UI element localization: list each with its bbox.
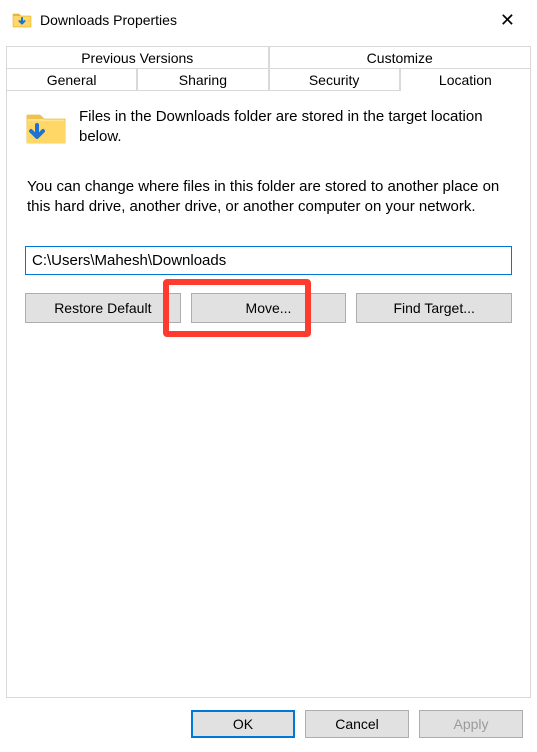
- window-title: Downloads Properties: [40, 12, 490, 28]
- location-path-input[interactable]: [25, 246, 512, 275]
- ok-button[interactable]: OK: [191, 710, 295, 738]
- tabs: Previous Versions Customize General Shar…: [6, 46, 531, 91]
- tab-sharing[interactable]: Sharing: [137, 68, 268, 91]
- content-area: Previous Versions Customize General Shar…: [0, 40, 537, 698]
- tab-panel-location: Files in the Downloads folder are stored…: [6, 90, 531, 698]
- dialog-button-row: OK Cancel Apply: [0, 698, 537, 752]
- tab-location[interactable]: Location: [400, 68, 531, 91]
- move-button[interactable]: Move...: [191, 293, 347, 323]
- restore-default-button[interactable]: Restore Default: [25, 293, 181, 323]
- description-text: You can change where files in this folde…: [25, 177, 512, 218]
- titlebar: Downloads Properties ✕: [0, 0, 537, 40]
- downloads-folder-large-icon: [25, 107, 67, 149]
- apply-button[interactable]: Apply: [419, 710, 523, 738]
- intro-text: Files in the Downloads folder are stored…: [79, 107, 512, 148]
- properties-dialog: Downloads Properties ✕ Previous Versions…: [0, 0, 537, 752]
- tab-general[interactable]: General: [6, 68, 137, 91]
- close-button[interactable]: ✕: [490, 6, 525, 35]
- tab-previous-versions[interactable]: Previous Versions: [6, 46, 269, 69]
- tab-security[interactable]: Security: [269, 68, 400, 91]
- tab-customize[interactable]: Customize: [269, 46, 532, 69]
- downloads-folder-icon: [12, 10, 32, 30]
- find-target-button[interactable]: Find Target...: [356, 293, 512, 323]
- cancel-button[interactable]: Cancel: [305, 710, 409, 738]
